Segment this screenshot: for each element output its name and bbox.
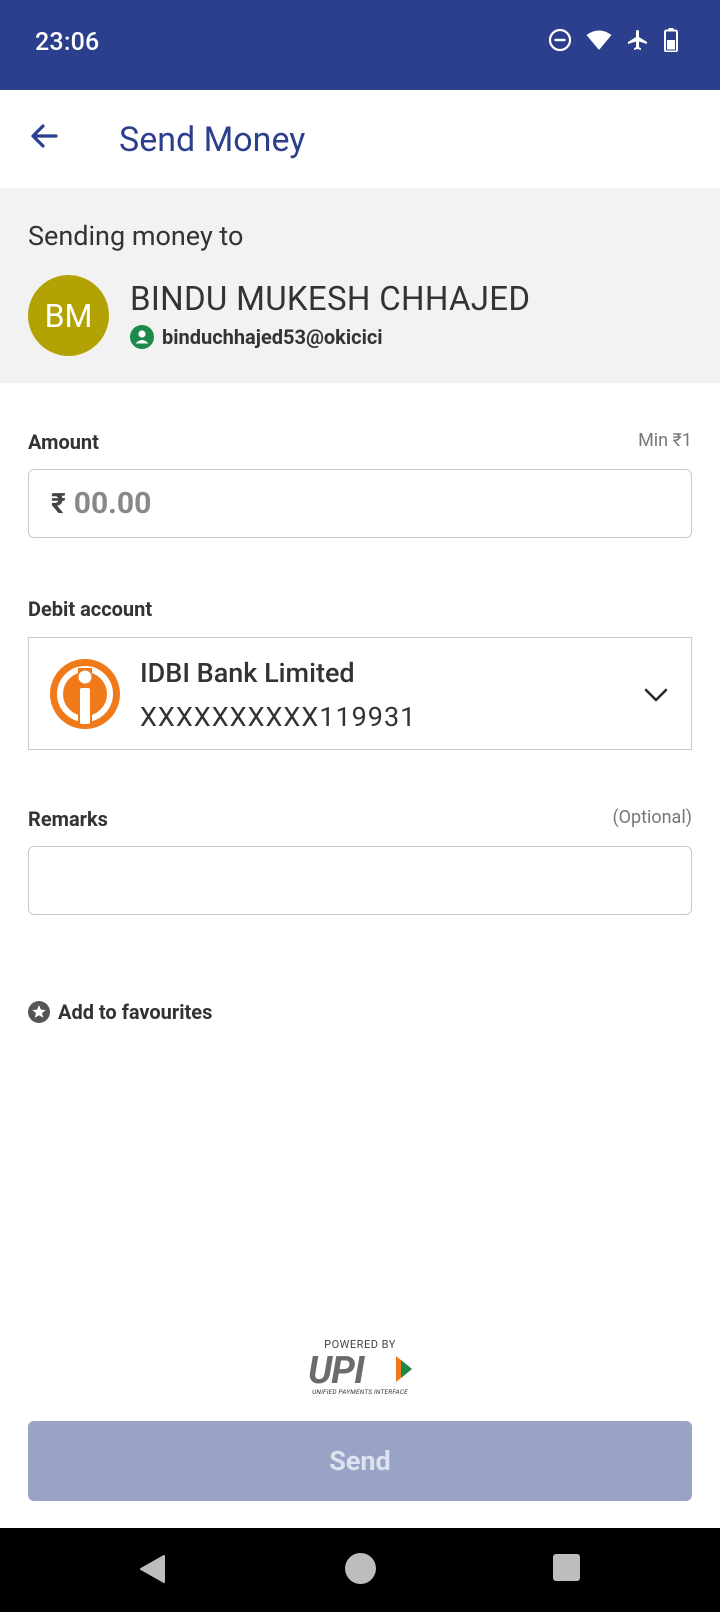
- verified-user-icon: [130, 325, 154, 349]
- status-time: 23:06: [35, 28, 100, 57]
- amount-input[interactable]: [73, 486, 634, 521]
- amount-field[interactable]: ₹: [28, 469, 692, 538]
- status-bar: 23:06: [0, 0, 720, 90]
- account-number: XXXXXXXXXX119931: [140, 701, 417, 733]
- remarks-label: Remarks: [28, 807, 108, 831]
- debit-account-label: Debit account: [28, 597, 153, 621]
- nav-home-icon[interactable]: [345, 1553, 376, 1584]
- airplane-mode-icon: [628, 30, 647, 50]
- recipient-vpa-row: binduchhajed53@okicici: [130, 325, 383, 349]
- battery-icon: [664, 28, 678, 52]
- nav-back-icon[interactable]: [136, 1552, 170, 1586]
- remarks-optional-hint: (Optional): [612, 807, 692, 828]
- recipient-vpa: binduchhajed53@okicici: [162, 325, 383, 349]
- amount-min-hint: Min ₹1: [638, 430, 692, 451]
- idbi-bank-logo-icon: [50, 659, 120, 729]
- add-to-favourites[interactable]: Add to favourites: [28, 1000, 212, 1024]
- sending-to-label: Sending money to: [28, 220, 244, 252]
- rupee-icon: ₹: [51, 487, 66, 520]
- remarks-input[interactable]: [29, 847, 691, 914]
- avatar: BM: [28, 275, 109, 356]
- send-button[interactable]: Send: [28, 1421, 692, 1501]
- nav-recents-icon[interactable]: [553, 1554, 580, 1581]
- status-icons: [548, 28, 678, 52]
- upi-arrow-icon: [396, 1356, 412, 1382]
- page-title: Send Money: [119, 120, 306, 160]
- wifi-icon: [586, 30, 612, 50]
- chevron-down-icon[interactable]: [641, 680, 671, 710]
- upi-logo: POWERED BY UPI UNIFIED PAYMENTS INTERFAC…: [300, 1338, 420, 1396]
- recipient-name: BINDU MUKESH CHHAJED: [130, 280, 531, 319]
- recipient-panel: Sending money to BM BINDU MUKESH CHHAJED…: [0, 188, 720, 383]
- do-not-disturb-icon: [548, 28, 572, 52]
- amount-label: Amount: [28, 430, 99, 454]
- back-arrow-icon[interactable]: [26, 116, 66, 156]
- upi-logo-text: UPI: [308, 1349, 365, 1393]
- upi-tagline: UNIFIED PAYMENTS INTERFACE: [312, 1388, 408, 1396]
- app-bar: Send Money: [0, 90, 720, 188]
- debit-account-selector[interactable]: IDBI Bank Limited XXXXXXXXXX119931: [28, 637, 692, 750]
- bank-name: IDBI Bank Limited: [140, 657, 355, 689]
- star-icon: [28, 1001, 50, 1023]
- system-nav-bar: [0, 1528, 720, 1612]
- remarks-field[interactable]: [28, 846, 692, 915]
- add-to-favourites-label: Add to favourites: [58, 1000, 213, 1024]
